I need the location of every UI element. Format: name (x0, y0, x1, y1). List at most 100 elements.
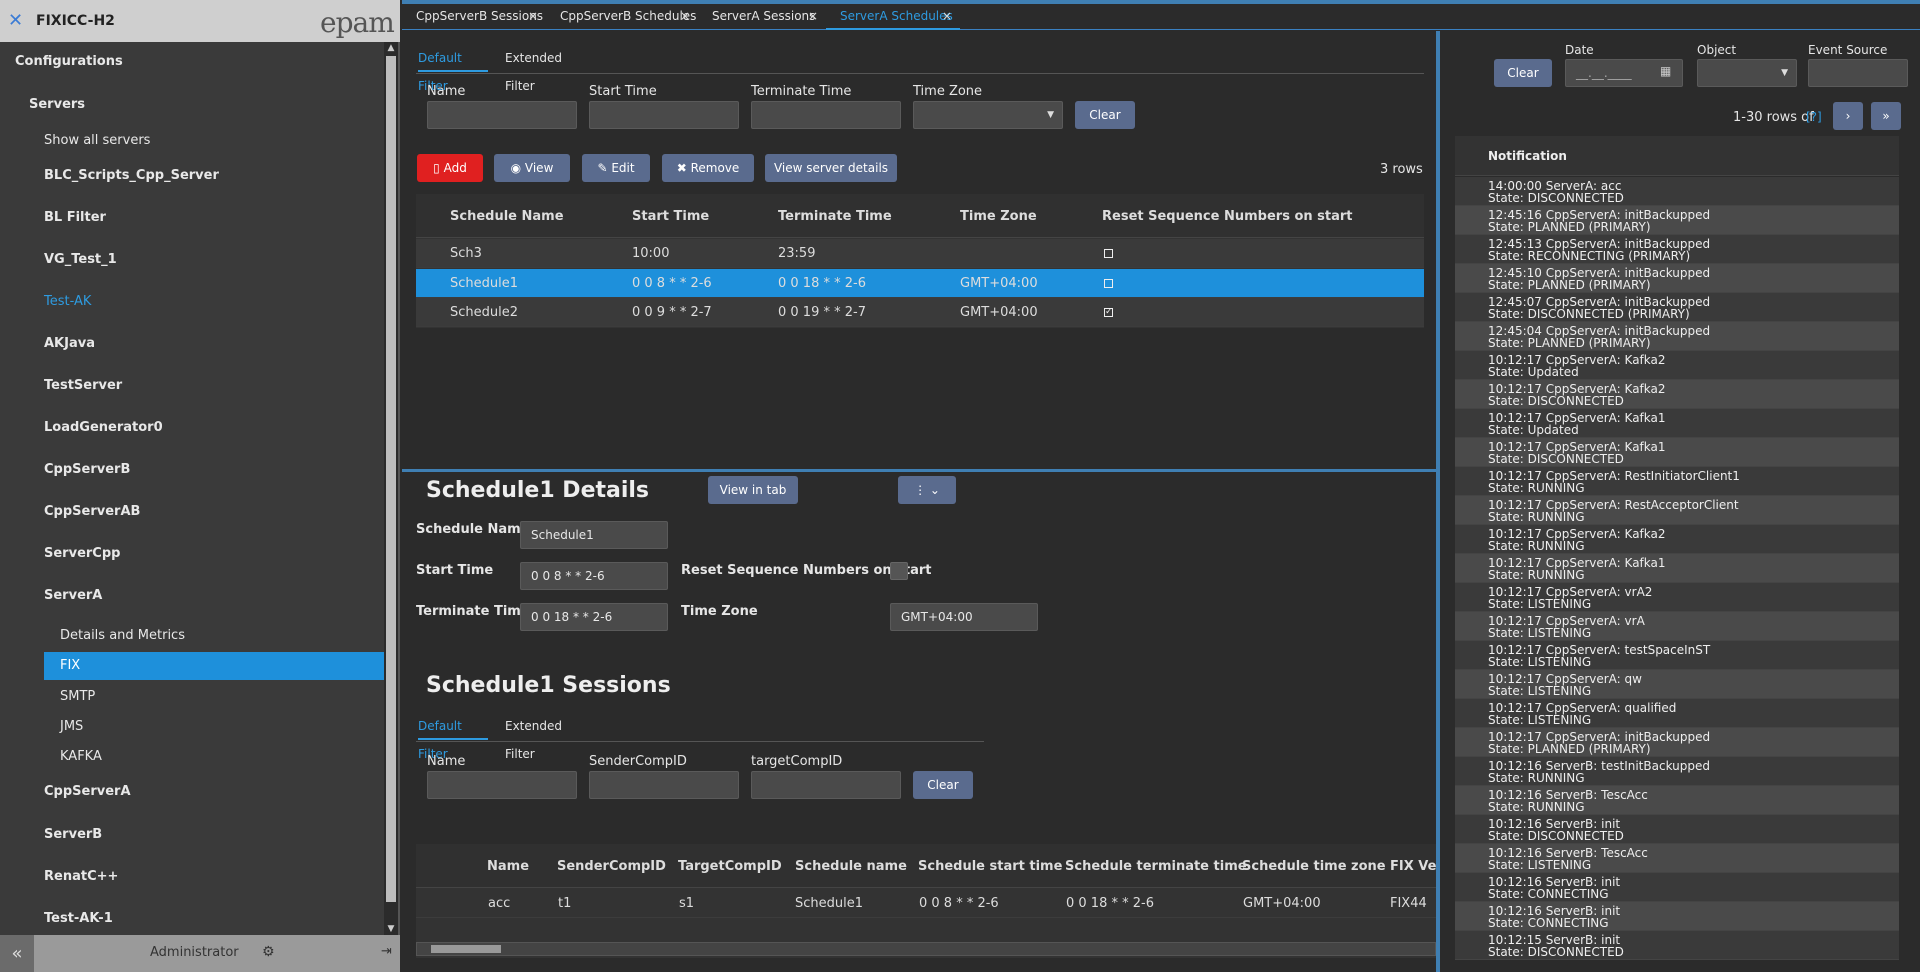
notification-item[interactable]: 10:12:17 CppServerA: Kafka2 State: DISCON… (1455, 380, 1899, 409)
col-schedule-name[interactable]: Schedule Name (450, 209, 564, 224)
col-schedule-terminate[interactable]: Schedule terminate time (1065, 859, 1247, 874)
table-row-selected[interactable]: Schedule1 0 0 8 * * 2-6 0 0 18 * * 2-6 G… (416, 269, 1424, 298)
session-name-filter-input[interactable] (427, 771, 577, 799)
col-name[interactable]: Name (487, 859, 529, 874)
sidebar-item-details-metrics[interactable]: Details and Metrics (60, 622, 185, 650)
sidebar-item-test-ak-1[interactable]: Test-AK-1 (44, 905, 113, 933)
time-zone-select[interactable]: ▼ (913, 101, 1063, 129)
sidebar-item-fix[interactable]: FIX (44, 652, 384, 680)
sidebar-item-loadgenerator0[interactable]: LoadGenerator0 (44, 414, 163, 442)
notification-item[interactable]: 10:12:17 CppServerA: initBackupped State:… (1455, 728, 1899, 757)
add-button[interactable]: ▯ Add (417, 154, 483, 182)
last-page-button[interactable]: » (1871, 102, 1901, 130)
notification-column[interactable]: Notification (1488, 149, 1567, 163)
col-sender[interactable]: SenderCompID (557, 859, 666, 874)
sidebar-item-servers[interactable]: Servers (29, 91, 85, 119)
notification-item[interactable]: 10:12:17 CppServerA: testSpaceInST State:… (1455, 641, 1899, 670)
col-schedule-name[interactable]: Schedule name (795, 859, 907, 874)
tab-default-filter[interactable]: Default Filter (418, 44, 488, 93)
next-page-button[interactable]: › (1833, 102, 1863, 130)
sidebar-item-kafka[interactable]: KAFKA (60, 743, 102, 771)
tab-cppserverb-sessions[interactable]: CppServerB Sessions × (402, 4, 546, 30)
col-fix-version[interactable]: FIX Versi (1390, 859, 1436, 874)
view-button[interactable]: ◉ View (494, 154, 570, 182)
splitter[interactable] (402, 469, 1436, 472)
collapse-sidebar-icon[interactable]: « (0, 935, 34, 972)
sidebar-item-bl-filter[interactable]: BL Filter (44, 204, 106, 232)
tab-default-filter[interactable]: Default Filter (418, 712, 488, 761)
object-select[interactable]: ▼ (1697, 59, 1797, 87)
notification-item[interactable]: 10:12:15 ServerB: init State: DISCONNECTE… (1455, 931, 1899, 960)
tab-extended-filter[interactable]: Extended Filter (505, 44, 595, 93)
sidebar-item-configurations[interactable]: Configurations (15, 48, 123, 76)
notification-item[interactable]: 10:12:16 ServerB: init State: CONNECTING (1455, 902, 1899, 931)
calendar-icon[interactable]: ▦ (1660, 64, 1671, 78)
col-start-time[interactable]: Start Time (632, 209, 709, 224)
sidebar-item-renatcpp[interactable]: RenatC++ (44, 863, 118, 891)
tab-servera-sessions[interactable]: ServerA Sessions × (698, 4, 826, 30)
terminate-time-field[interactable]: 0 0 18 * * 2-6 (520, 603, 668, 631)
tab-extended-filter[interactable]: Extended Filter (505, 712, 595, 761)
tab-cppserverb-schedules[interactable]: CppServerB Schedules × (546, 4, 698, 30)
schedule-name-field[interactable]: Schedule1 (520, 521, 668, 549)
remove-button[interactable]: ✖ Remove (662, 154, 754, 182)
notification-item[interactable]: 10:12:17 CppServerA: RestInitiatorClient… (1455, 467, 1899, 496)
notification-item[interactable]: 10:12:16 ServerB: testInitBackupped State… (1455, 757, 1899, 786)
edit-button[interactable]: ✎ Edit (582, 154, 650, 182)
close-icon[interactable]: × (680, 4, 690, 28)
col-time-zone[interactable]: Time Zone (960, 209, 1037, 224)
name-filter-input[interactable] (427, 101, 577, 129)
close-icon[interactable]: × (942, 4, 952, 28)
sidebar-item-blc-scripts[interactable]: BLC_Scripts_Cpp_Server (44, 162, 219, 190)
sidebar-item-test-ak[interactable]: Test-AK (44, 288, 91, 316)
horizontal-scrollbar[interactable] (416, 942, 1436, 956)
scrollbar-thumb[interactable] (431, 945, 501, 953)
logout-icon[interactable]: ⇥ (381, 944, 392, 959)
sidebar-item-akjava[interactable]: AKJava (44, 330, 95, 358)
notification-item[interactable]: 12:45:10 CppServerA: initBackupped State:… (1455, 264, 1899, 293)
notification-item[interactable]: 12:45:07 CppServerA: initBackupped State:… (1455, 293, 1899, 322)
sidebar-scrollbar[interactable]: ▲ ▼ (384, 42, 398, 935)
table-row[interactable]: Schedule2 0 0 9 * * 2-7 0 0 19 * * 2-7 G… (416, 298, 1424, 327)
sidebar-item-servercpp[interactable]: ServerCpp (44, 540, 120, 568)
sidebar-item-servera[interactable]: ServerA (44, 582, 102, 610)
reset-seq-checkbox[interactable] (890, 562, 908, 580)
notification-item[interactable]: 10:12:17 CppServerA: qualified State: LIS… (1455, 699, 1899, 728)
sender-filter-input[interactable] (589, 771, 739, 799)
sidebar-item-serverb[interactable]: ServerB (44, 821, 102, 849)
notification-item[interactable]: 12:45:13 CppServerA: initBackupped State:… (1455, 235, 1899, 264)
target-filter-input[interactable] (751, 771, 901, 799)
sidebar-item-cppservera[interactable]: CppServerA (44, 778, 131, 806)
scrollbar-thumb[interactable] (386, 56, 396, 902)
sidebar-item-testserver[interactable]: TestServer (44, 372, 122, 400)
table-row[interactable]: acc t1 s1 Schedule1 0 0 8 * * 2-6 0 0 18… (416, 889, 1436, 918)
time-zone-field[interactable]: GMT+04:00 (890, 603, 1038, 631)
notification-item[interactable]: 10:12:16 ServerB: TescAcc State: LISTENIN… (1455, 844, 1899, 873)
terminate-time-filter-input[interactable] (751, 101, 901, 129)
notification-item[interactable]: 12:45:16 CppServerA: initBackupped State:… (1455, 206, 1899, 235)
notification-item[interactable]: 14:00:00 ServerA: acc State: DISCONNECTED (1455, 177, 1899, 206)
notification-item[interactable]: 10:12:17 CppServerA: Kafka1 State: Update… (1455, 409, 1899, 438)
notification-item[interactable]: 10:12:17 CppServerA: Kafka2 State: Update… (1455, 351, 1899, 380)
col-terminate-time[interactable]: Terminate Time (778, 209, 892, 224)
pager-help-link[interactable]: [?] (1806, 110, 1822, 124)
col-reset-seq[interactable]: Reset Sequence Numbers on start (1102, 209, 1353, 224)
clear-events-button[interactable]: Clear (1494, 59, 1552, 87)
view-in-tab-button[interactable]: View in tab (708, 476, 798, 504)
start-time-field[interactable]: 0 0 8 * * 2-6 (520, 562, 668, 590)
tab-servera-schedules[interactable]: ServerA Schedules × (826, 4, 960, 30)
notification-item[interactable]: 10:12:16 ServerB: TescAcc State: RUNNING (1455, 786, 1899, 815)
notification-item[interactable]: 10:12:17 CppServerA: vrA State: LISTENING (1455, 612, 1899, 641)
notification-item[interactable]: 10:12:17 CppServerA: qw State: LISTENING (1455, 670, 1899, 699)
sidebar-item-cppserverb[interactable]: CppServerB (44, 456, 130, 484)
notification-item[interactable]: 10:12:16 ServerB: init State: DISCONNECTE… (1455, 815, 1899, 844)
notification-item[interactable]: 10:12:16 ServerB: init State: CONNECTING (1455, 873, 1899, 902)
close-icon[interactable]: × (808, 4, 818, 28)
notification-item[interactable]: 10:12:17 CppServerA: Kafka1 State: DISCON… (1455, 438, 1899, 467)
col-target[interactable]: TargetCompID (678, 859, 782, 874)
scroll-down-icon[interactable]: ▼ (386, 923, 396, 935)
sidebar-item-smtp[interactable]: SMTP (60, 683, 95, 711)
clear-filter-button[interactable]: Clear (1075, 101, 1135, 129)
event-source-input[interactable] (1808, 59, 1908, 87)
sidebar-item-vg-test-1[interactable]: VG_Test_1 (44, 246, 117, 274)
